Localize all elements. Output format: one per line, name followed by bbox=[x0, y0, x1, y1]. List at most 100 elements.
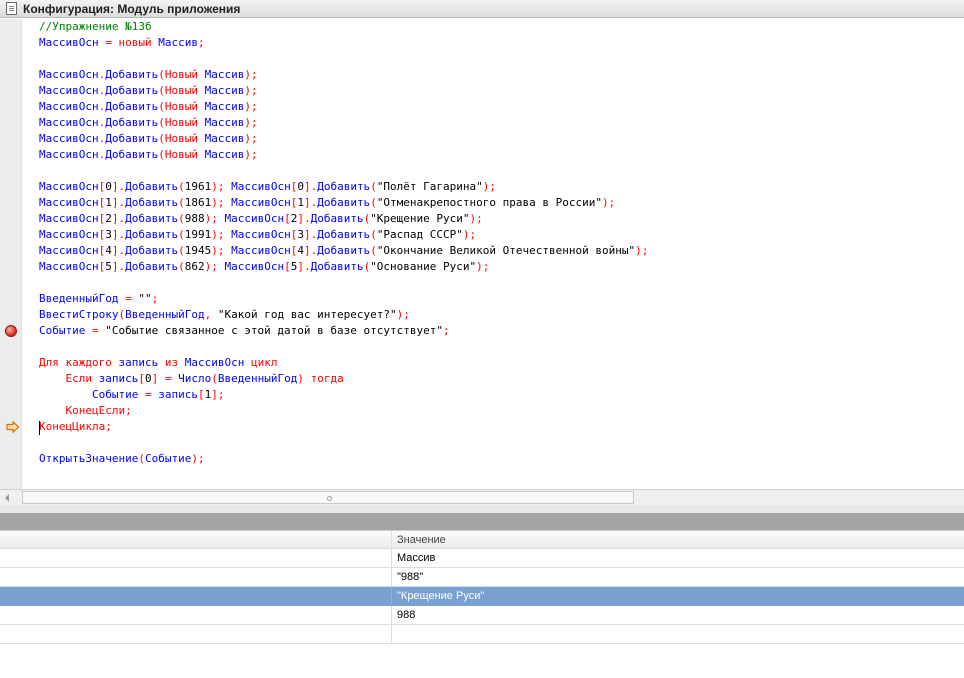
code-line[interactable]: ВвестиСтроку(ВведенныйГод, "Какой год ва… bbox=[39, 307, 410, 323]
table-row[interactable] bbox=[0, 625, 964, 644]
code-token: ) bbox=[297, 372, 304, 385]
code-line[interactable]: КонецЕсли; bbox=[39, 403, 132, 419]
code-token: ]. bbox=[111, 212, 126, 225]
scroll-left-arrow-icon[interactable] bbox=[1, 491, 15, 504]
table-row[interactable]: Массив bbox=[0, 549, 964, 568]
code-token: Добавить bbox=[125, 228, 179, 241]
expression-cell[interactable] bbox=[0, 568, 392, 587]
code-token: Добавить bbox=[125, 180, 179, 193]
panel-splitter[interactable] bbox=[0, 505, 964, 513]
value-cell[interactable]: 988 bbox=[393, 606, 964, 625]
expression-column-header[interactable] bbox=[0, 531, 392, 550]
code-line[interactable]: МассивОсн[1].Добавить(1861); МассивОсн[1… bbox=[39, 195, 615, 211]
code-token: ( bbox=[211, 372, 218, 385]
code-line[interactable]: Для каждого запись из МассивОсн цикл bbox=[39, 355, 277, 371]
scrollbar-thumb[interactable] bbox=[22, 491, 634, 504]
code-token: ; bbox=[105, 420, 112, 433]
code-line[interactable]: МассивОсн[4].Добавить(1945); МассивОсн[4… bbox=[39, 243, 648, 259]
code-line[interactable]: МассивОсн.Добавить(Новый Массив); bbox=[39, 147, 258, 163]
code-token: ); bbox=[476, 260, 490, 273]
code-token: Число bbox=[178, 372, 212, 385]
code-line[interactable]: Событие = запись[1]; bbox=[39, 387, 224, 403]
code-line[interactable]: КонецЦикла; bbox=[39, 419, 112, 435]
code-token: "Окончание Великой Отечественной войны" bbox=[376, 244, 636, 257]
code-token: Добавить bbox=[105, 116, 159, 129]
code-token: 988 bbox=[184, 212, 205, 225]
code-token: Добавить bbox=[317, 180, 371, 193]
breakpoint-icon[interactable] bbox=[5, 325, 17, 337]
code-token: МассивОсн bbox=[39, 116, 99, 129]
value-cell[interactable]: Массив bbox=[393, 549, 964, 568]
code-line[interactable]: МассивОсн.Добавить(Новый Массив); bbox=[39, 67, 258, 83]
code-token: ( bbox=[138, 452, 145, 465]
code-token: ; bbox=[151, 292, 159, 305]
code-line[interactable]: ОткрытьЗначение(Событие); bbox=[39, 451, 205, 467]
code-line[interactable]: МассивОсн = новый Массив; bbox=[39, 35, 205, 51]
code-token: 0 bbox=[145, 372, 152, 385]
expression-cell[interactable] bbox=[0, 606, 392, 625]
code-token: ( bbox=[178, 180, 185, 193]
expression-cell[interactable] bbox=[0, 587, 392, 606]
code-line[interactable]: МассивОсн.Добавить(Новый Массив); bbox=[39, 131, 258, 147]
code-token: ВвестиСтроку bbox=[39, 308, 119, 321]
code-token: ( bbox=[158, 84, 165, 97]
code-line[interactable]: Событие = "Событие связанное с этой дато… bbox=[39, 323, 450, 339]
window-titlebar: Конфигурация: Модуль приложения bbox=[0, 0, 964, 18]
value-cell[interactable]: "988" bbox=[393, 568, 964, 587]
code-line[interactable]: МассивОсн[0].Добавить(1961); МассивОсн[0… bbox=[39, 179, 496, 195]
code-token: ); bbox=[244, 132, 258, 145]
watch-panel-header bbox=[0, 513, 964, 530]
value-column-header[interactable]: Значение bbox=[393, 531, 964, 550]
code-token: ); bbox=[211, 180, 225, 193]
code-line[interactable]: МассивОсн.Добавить(Новый Массив); bbox=[39, 83, 258, 99]
code-token: 0 bbox=[105, 180, 112, 193]
code-token: Новый bbox=[164, 100, 198, 113]
code-token: 3 bbox=[297, 228, 304, 241]
code-token: ); bbox=[396, 308, 410, 321]
code-token: ]. bbox=[111, 180, 126, 193]
code-token: Событие bbox=[39, 324, 86, 337]
scrollbar-grip-icon bbox=[327, 496, 332, 501]
code-token: МассивОсн bbox=[39, 68, 99, 81]
code-line[interactable]: //Упражнение №13б bbox=[39, 19, 152, 35]
table-row[interactable]: "Крещение Руси" bbox=[0, 587, 964, 606]
code-line[interactable]: МассивОсн.Добавить(Новый Массив); bbox=[39, 99, 258, 115]
code-token: Добавить bbox=[310, 212, 364, 225]
code-token: [ bbox=[197, 388, 205, 401]
code-token: ); bbox=[244, 68, 258, 81]
code-token: МассивОсн bbox=[224, 212, 285, 225]
code-line[interactable]: МассивОсн.Добавить(Новый Массив); bbox=[39, 115, 258, 131]
code-editor[interactable]: //Упражнение №13б МассивОсн = новый Масси… bbox=[0, 19, 964, 489]
code-token: ОткрытьЗначение bbox=[39, 452, 139, 465]
horizontal-scrollbar[interactable] bbox=[0, 489, 964, 505]
expression-cell[interactable] bbox=[0, 549, 392, 568]
code-token: МассивОсн bbox=[224, 260, 285, 273]
code-token: Если bbox=[65, 372, 93, 385]
code-area[interactable]: //Упражнение №13б МассивОсн = новый Масси… bbox=[39, 19, 964, 489]
code-token: Добавить bbox=[105, 132, 159, 145]
code-token: ( bbox=[158, 68, 165, 81]
code-token: МассивОсн bbox=[231, 180, 291, 193]
code-token: ВведенныйГод bbox=[217, 372, 298, 385]
table-row[interactable]: 988 bbox=[0, 606, 964, 625]
code-token: Добавить bbox=[105, 100, 159, 113]
code-token: ); bbox=[211, 244, 225, 257]
code-line[interactable]: ВведенныйГод = ""; bbox=[39, 291, 158, 307]
expression-cell[interactable] bbox=[0, 625, 392, 644]
code-line[interactable]: МассивОсн[5].Добавить(862); МассивОсн[5]… bbox=[39, 259, 489, 275]
code-token: ; bbox=[125, 404, 132, 417]
code-line[interactable]: МассивОсн[3].Добавить(1991); МассивОсн[3… bbox=[39, 227, 476, 243]
code-token: КонецЕсли bbox=[65, 404, 126, 417]
value-cell[interactable]: "Крещение Руси" bbox=[393, 587, 964, 606]
code-token: ); bbox=[482, 180, 497, 193]
editor-gutter[interactable] bbox=[0, 19, 22, 489]
table-row[interactable]: "988" bbox=[0, 568, 964, 587]
value-cell[interactable] bbox=[393, 625, 964, 644]
code-line[interactable]: Если запись[0] = Число(ВведенныйГод) тог… bbox=[39, 371, 344, 387]
code-token: ВведенныйГод bbox=[125, 308, 205, 321]
code-token: ( bbox=[178, 244, 185, 257]
code-line[interactable]: МассивОсн[2].Добавить(988); МассивОсн[2]… bbox=[39, 211, 483, 227]
